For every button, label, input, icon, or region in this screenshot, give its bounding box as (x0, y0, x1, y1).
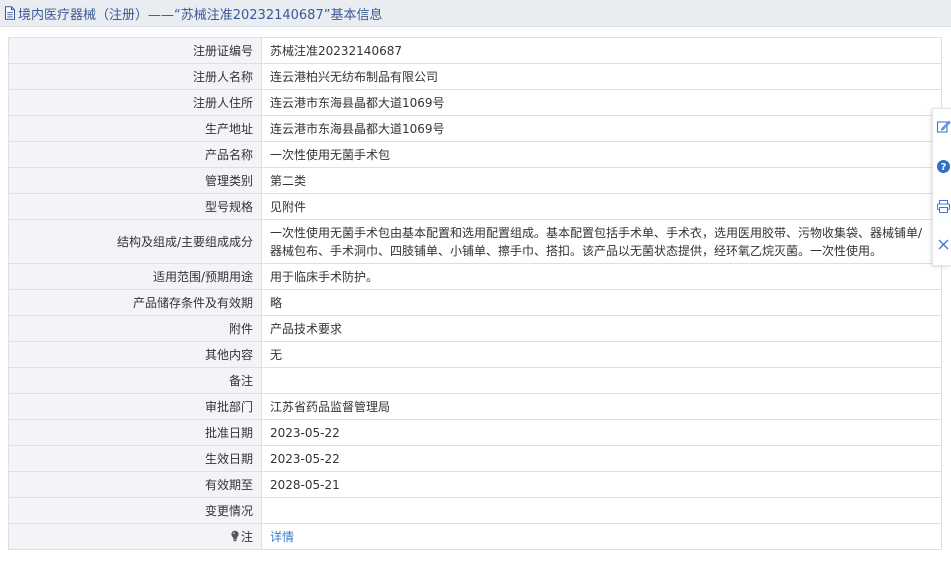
row-value: 江苏省药品监督管理局 (261, 393, 942, 420)
registration-info-table: 注册证编号 苏械注准20232140687 注册人名称 连云港柏兴无纺布制品有限… (8, 37, 942, 550)
row-label: 管理类别 (8, 167, 262, 194)
table-row: 适用范围/预期用途 用于临床手术防护。 (8, 263, 942, 290)
side-toolbar: ? (932, 108, 951, 266)
row-label: 其他内容 (8, 341, 262, 368)
help-icon[interactable]: ? (936, 159, 951, 174)
table-row: 注册证编号 苏械注准20232140687 (8, 37, 942, 64)
row-value: 略 (261, 289, 942, 316)
row-label: 附件 (8, 315, 262, 342)
table-row: 结构及组成/主要组成成分 一次性使用无菌手术包由基本配置和选用配置组成。基本配置… (8, 219, 942, 264)
row-value: 连云港市东海县晶都大道1069号 (261, 115, 942, 142)
note-label-cell: 注 (8, 523, 262, 550)
page-title: 境内医疗器械（注册）——“苏械注准20232140687”基本信息 (18, 7, 383, 23)
edit-icon[interactable] (936, 119, 951, 134)
row-label: 产品储存条件及有效期 (8, 289, 262, 316)
row-label: 型号规格 (8, 193, 262, 220)
row-label: 适用范围/预期用途 (8, 263, 262, 290)
table-row: 备注 (8, 367, 942, 394)
table-row: 审批部门 江苏省药品监督管理局 (8, 393, 942, 420)
table-row: 生产地址 连云港市东海县晶都大道1069号 (8, 115, 942, 142)
note-value-cell: 详情 (261, 523, 942, 550)
row-label: 变更情况 (8, 497, 262, 524)
table-row: 注册人住所 连云港市东海县晶都大道1069号 (8, 89, 942, 116)
row-value: 苏械注准20232140687 (261, 37, 942, 64)
details-link[interactable]: 详情 (270, 530, 294, 544)
table-row: 变更情况 (8, 497, 942, 524)
table-row: 其他内容 无 (8, 341, 942, 368)
row-value: 2028-05-21 (261, 471, 942, 498)
row-label: 注册人住所 (8, 89, 262, 116)
table-row: 有效期至 2028-05-21 (8, 471, 942, 498)
row-label: 备注 (8, 367, 262, 394)
print-icon[interactable] (936, 199, 951, 214)
row-label: 产品名称 (8, 141, 262, 168)
row-value: 无 (261, 341, 942, 368)
table-row: 型号规格 见附件 (8, 193, 942, 220)
table-row: 附件 产品技术要求 (8, 315, 942, 342)
row-value: 2023-05-22 (261, 419, 942, 446)
table-row-note: 注 详情 (8, 523, 942, 550)
row-label: 结构及组成/主要组成成分 (8, 219, 262, 264)
svg-text:?: ? (941, 162, 947, 173)
note-label: 注 (240, 529, 253, 544)
row-value: 用于临床手术防护。 (261, 263, 942, 290)
row-value: 连云港柏兴无纺布制品有限公司 (261, 63, 942, 90)
row-label: 生产地址 (8, 115, 262, 142)
table-row: 管理类别 第二类 (8, 167, 942, 194)
row-label: 生效日期 (8, 445, 262, 472)
row-value: 一次性使用无菌手术包由基本配置和选用配置组成。基本配置包括手术单、手术衣，选用医… (261, 219, 942, 264)
table-row: 产品名称 一次性使用无菌手术包 (8, 141, 942, 168)
row-value: 2023-05-22 (261, 445, 942, 472)
row-label: 批准日期 (8, 419, 262, 446)
document-icon (4, 6, 16, 20)
row-value: 一次性使用无菌手术包 (261, 141, 942, 168)
row-label: 有效期至 (8, 471, 262, 498)
row-value: 产品技术要求 (261, 315, 942, 342)
row-value (261, 497, 942, 524)
row-value: 第二类 (261, 167, 942, 194)
close-icon[interactable] (936, 237, 951, 252)
table-row: 生效日期 2023-05-22 (8, 445, 942, 472)
row-value: 连云港市东海县晶都大道1069号 (261, 89, 942, 116)
table-row: 产品储存条件及有效期 略 (8, 289, 942, 316)
table-row: 批准日期 2023-05-22 (8, 419, 942, 446)
row-label: 注册人名称 (8, 63, 262, 90)
row-label: 审批部门 (8, 393, 262, 420)
row-label: 注册证编号 (8, 37, 262, 64)
row-value: 见附件 (261, 193, 942, 220)
row-value (261, 367, 942, 394)
table-row: 注册人名称 连云港柏兴无纺布制品有限公司 (8, 63, 942, 90)
lightbulb-icon (230, 530, 240, 542)
page-title-bar: 境内医疗器械（注册）——“苏械注准20232140687”基本信息 (0, 0, 951, 27)
